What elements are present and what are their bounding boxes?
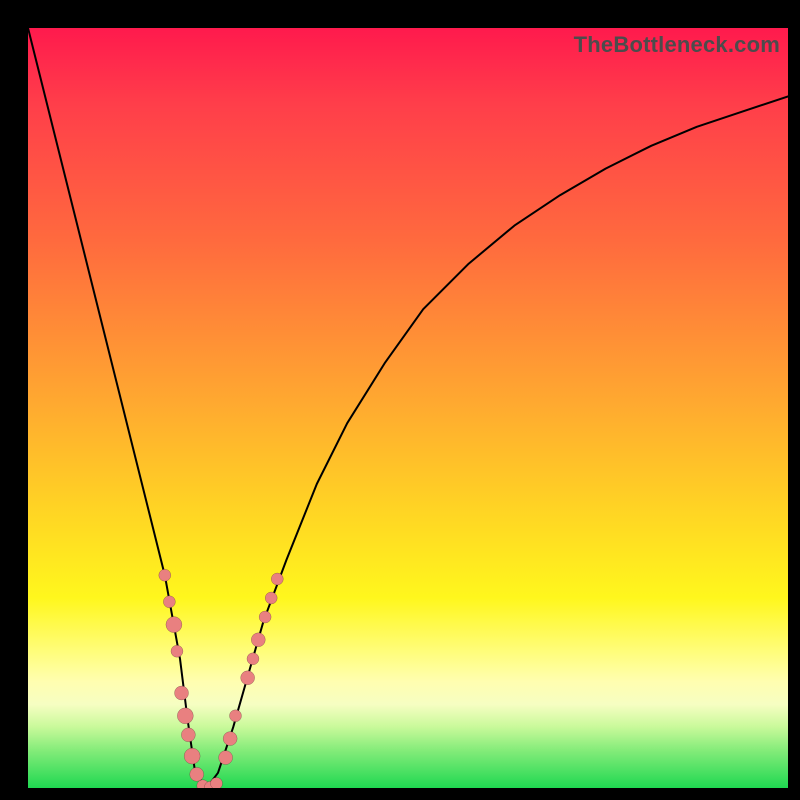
chart-plot-area: TheBottleneck.com [28,28,788,788]
curve-marker [184,748,200,764]
curve-marker [163,596,175,608]
curve-marker [229,710,241,722]
curve-marker [271,573,283,585]
curve-marker [159,569,171,581]
marker-group [159,569,283,788]
curve-marker [241,671,255,685]
bottleneck-curve [28,28,788,788]
curve-marker [177,708,193,724]
curve-marker [247,653,259,665]
curve-marker [204,781,216,788]
curve-marker [265,592,277,604]
curve-marker [171,645,183,657]
curve-marker [197,780,209,788]
curve-marker [166,617,182,633]
watermark-text: TheBottleneck.com [574,32,780,58]
curve-marker [210,777,222,788]
curve-marker [251,633,265,647]
chart-frame: TheBottleneck.com [0,0,800,800]
chart-svg [28,28,788,788]
curve-marker [259,611,271,623]
curve-marker [223,732,237,746]
curve-marker [181,728,195,742]
curve-marker [190,767,204,781]
curve-marker [219,751,233,765]
curve-marker [175,686,189,700]
